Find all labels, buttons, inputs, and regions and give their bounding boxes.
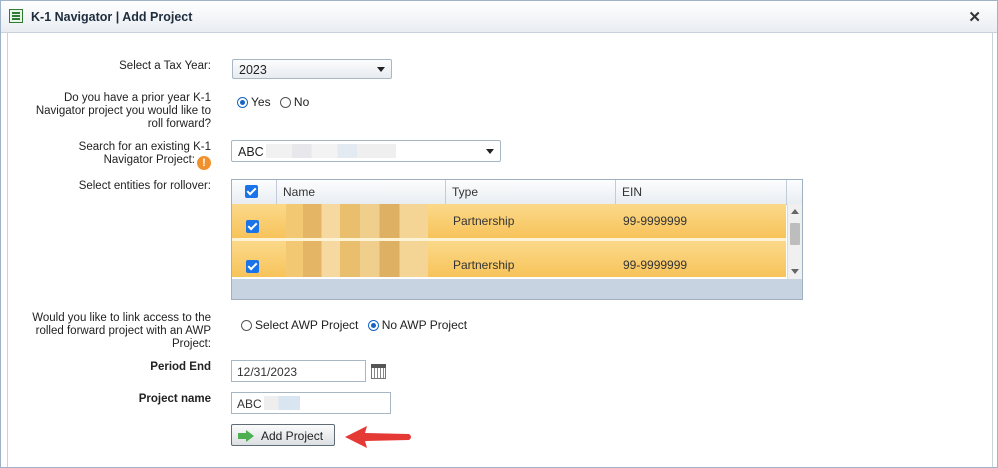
row-ein: 99-9999999 <box>623 214 688 228</box>
project-name-field[interactable]: ABC <box>231 392 391 414</box>
redacted-text <box>266 144 396 158</box>
project-search-value: ABC <box>238 145 264 159</box>
select-all-cell <box>232 180 276 204</box>
add-project-button[interactable]: Add Project <box>231 424 335 446</box>
dialog-titlebar: K-1 Navigator | Add Project ✕ <box>1 1 997 33</box>
awp-question: Would you like to link access to the rol… <box>32 312 211 350</box>
add-project-label: Add Project <box>261 429 324 443</box>
redacted-text <box>264 396 300 410</box>
prior-year-radio-group: Yes No <box>237 95 315 109</box>
chevron-down-icon <box>377 67 385 72</box>
select-awp-radio[interactable] <box>241 320 252 331</box>
select-all-checkbox[interactable] <box>245 185 258 198</box>
warning-icon: ! <box>197 156 211 170</box>
prior-year-no-radio[interactable] <box>279 97 291 108</box>
scroll-up-icon[interactable] <box>791 209 799 214</box>
grid-header: Name Type EIN <box>232 180 802 205</box>
project-name-value: ABC <box>237 397 262 411</box>
table-row[interactable]: Partnership 99-9999999 <box>232 241 786 277</box>
column-header-type[interactable]: Type <box>445 180 615 204</box>
entities-label: Select entities for rollover: <box>78 180 211 192</box>
chevron-down-icon <box>486 149 494 154</box>
project-search-combobox[interactable]: ABC <box>231 140 501 162</box>
awp-radio-group: Select AWP Project No AWP Project <box>241 318 473 332</box>
no-awp-radio[interactable] <box>367 320 379 331</box>
search-project-label: Search for an existing K-1 Navigator Pro… <box>78 141 211 170</box>
prior-year-yes-label: Yes <box>251 95 271 109</box>
prior-year-question: Do you have a prior year K-1 Navigator p… <box>35 92 211 130</box>
row-type: Partnership <box>453 258 515 272</box>
prior-year-no-label: No <box>293 95 310 109</box>
dialog-title: K-1 Navigator | Add Project <box>31 10 193 24</box>
table-row[interactable]: Partnership 99-9999999 <box>232 204 786 238</box>
row-checkbox[interactable] <box>246 260 259 273</box>
entities-grid: Name Type EIN Partnership 99-9999999 Par… <box>231 179 803 300</box>
period-end-field[interactable]: 12/31/2023 <box>231 360 366 382</box>
period-end-value: 12/31/2023 <box>237 365 298 379</box>
prior-year-yes-radio[interactable] <box>237 97 248 108</box>
no-awp-label: No AWP Project <box>381 318 468 332</box>
tax-year-select[interactable]: 2023 <box>232 59 392 79</box>
scroll-thumb[interactable] <box>790 223 800 245</box>
grid-footer <box>232 279 802 299</box>
calendar-icon[interactable] <box>371 364 386 379</box>
column-header-name[interactable]: Name <box>276 180 445 204</box>
tax-year-value: 2023 <box>239 63 267 77</box>
redacted-entity-name <box>286 241 428 277</box>
header-spacer <box>786 180 802 204</box>
tax-year-label: Select a Tax Year: <box>119 60 211 72</box>
add-project-dialog: K-1 Navigator | Add Project ✕ Select a T… <box>0 0 998 468</box>
form-icon <box>9 9 23 23</box>
row-ein: 99-9999999 <box>623 258 688 272</box>
row-type: Partnership <box>453 214 515 228</box>
project-name-label: Project name <box>138 393 211 405</box>
period-end-label: Period End <box>150 361 211 373</box>
scroll-down-icon[interactable] <box>791 269 799 274</box>
select-awp-label: Select AWP Project <box>255 318 359 332</box>
column-header-ein[interactable]: EIN <box>615 180 786 204</box>
redacted-entity-name <box>286 204 428 238</box>
grid-scrollbar[interactable] <box>787 204 802 279</box>
row-checkbox[interactable] <box>246 220 259 233</box>
close-icon[interactable]: ✕ <box>968 8 981 26</box>
annotation-arrow-icon <box>345 426 411 448</box>
